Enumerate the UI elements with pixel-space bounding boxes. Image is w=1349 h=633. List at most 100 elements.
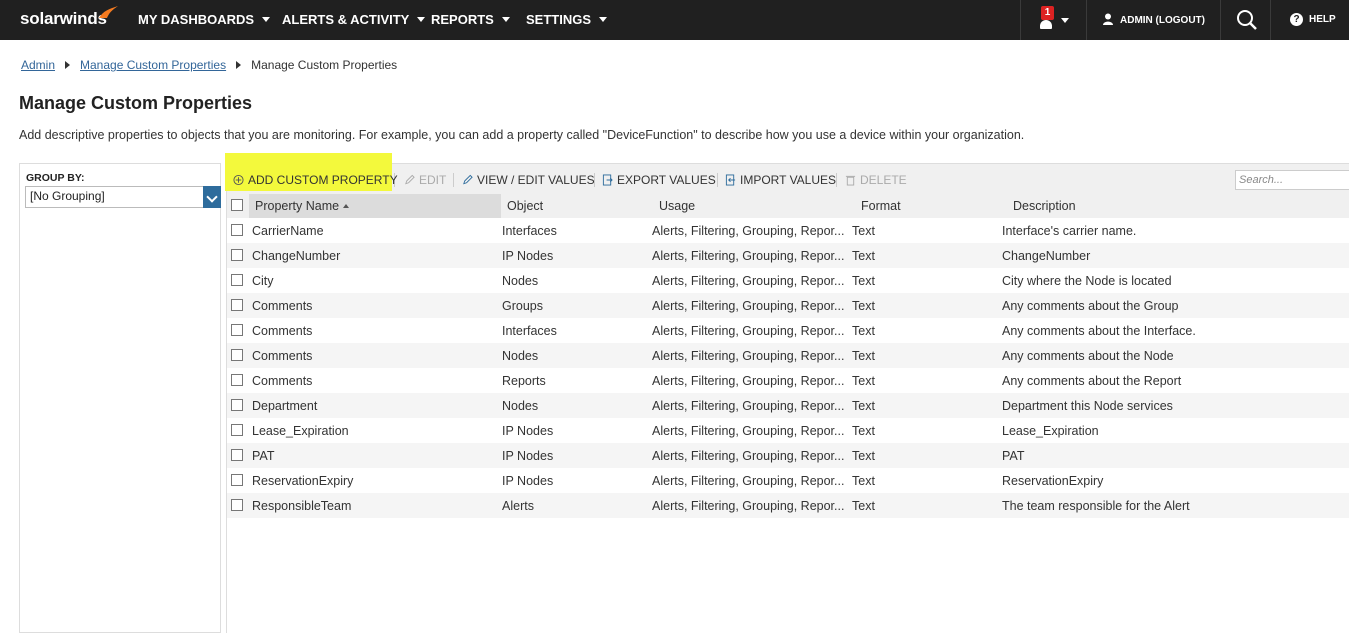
view-edit-values-button[interactable]: VIEW / EDIT VALUES: [462, 173, 595, 187]
table-row[interactable]: ChangeNumber IP Nodes Alerts, Filtering, G…: [227, 243, 1349, 268]
view-edit-label: VIEW / EDIT VALUES: [477, 173, 595, 187]
select-all-checkbox[interactable]: [231, 199, 243, 211]
table-row[interactable]: ResponsibleTeam Alerts Alerts, Filtering, …: [227, 493, 1349, 518]
row-checkbox[interactable]: [231, 424, 243, 436]
table-row[interactable]: Department Nodes Alerts, Filtering, Groupi…: [227, 393, 1349, 418]
cell-property-name: Comments: [252, 374, 313, 388]
nav-reports[interactable]: REPORTS: [431, 12, 510, 27]
cell-description: Department this Node services: [1002, 399, 1173, 413]
cell-property-name: CarrierName: [252, 224, 324, 238]
column-format[interactable]: Format: [861, 199, 901, 213]
cell-format: Text: [852, 349, 875, 363]
breadcrumb-current: Manage Custom Properties: [251, 58, 398, 72]
row-checkbox[interactable]: [231, 474, 243, 486]
table-row[interactable]: ReservationExpiry IP Nodes Alerts, Filteri…: [227, 468, 1349, 493]
cell-usage: Alerts, Filtering, Grouping, Repor...: [652, 499, 845, 513]
cell-description: Any comments about the Report: [1002, 374, 1182, 388]
add-custom-property-button[interactable]: ADD CUSTOM PROPERTY: [233, 173, 398, 187]
table-row[interactable]: PAT IP Nodes Alerts, Filtering, Grouping, …: [227, 443, 1349, 468]
row-checkbox[interactable]: [231, 399, 243, 411]
add-label: ADD CUSTOM PROPERTY: [248, 173, 398, 187]
table-row[interactable]: Comments Nodes Alerts, Filtering, Grouping…: [227, 343, 1349, 368]
cell-format: Text: [852, 224, 875, 238]
table-row[interactable]: CarrierName Interfaces Alerts, Filtering, …: [227, 218, 1349, 243]
pencil-icon: [405, 174, 415, 185]
table-row[interactable]: Comments Interfaces Alerts, Filtering, Gro…: [227, 318, 1349, 343]
row-checkbox[interactable]: [231, 299, 243, 311]
cell-object: Interfaces: [502, 324, 557, 338]
cell-description: Any comments about the Interface.: [1002, 324, 1196, 338]
cell-usage: Alerts, Filtering, Grouping, Repor...: [652, 474, 845, 488]
help-button[interactable]: ? HELP: [1290, 13, 1336, 26]
nav-divider: [1270, 0, 1271, 40]
column-description[interactable]: Description: [1013, 199, 1076, 213]
cell-format: Text: [852, 299, 875, 313]
help-icon: ?: [1290, 13, 1303, 26]
cell-usage: Alerts, Filtering, Grouping, Repor...: [652, 299, 845, 313]
export-values-button[interactable]: EXPORT VALUES: [602, 173, 716, 187]
cell-usage: Alerts, Filtering, Grouping, Repor...: [652, 249, 845, 263]
nav-label: ALERTS & ACTIVITY: [282, 12, 410, 27]
caret-down-icon: [1061, 18, 1069, 23]
grid-search-input[interactable]: Search...: [1235, 170, 1349, 190]
column-usage[interactable]: Usage: [659, 199, 695, 213]
nav-label: MY DASHBOARDS: [138, 12, 255, 27]
row-checkbox[interactable]: [231, 449, 243, 461]
cell-usage: Alerts, Filtering, Grouping, Repor...: [652, 274, 845, 288]
row-checkbox[interactable]: [231, 224, 243, 236]
cell-description: Any comments about the Group: [1002, 299, 1179, 313]
nav-my-dashboards[interactable]: MY DASHBOARDS: [138, 12, 271, 27]
cell-object: IP Nodes: [502, 449, 554, 463]
cell-object: Nodes: [502, 274, 539, 288]
group-by-select[interactable]: [No Grouping]: [25, 186, 221, 208]
breadcrumb-manage-custom-properties[interactable]: Manage Custom Properties: [80, 58, 226, 72]
notifications-button[interactable]: 1: [1036, 6, 1076, 36]
column-object[interactable]: Object: [507, 199, 543, 213]
row-checkbox[interactable]: [231, 249, 243, 261]
nav-settings[interactable]: SETTINGS: [526, 12, 608, 27]
user-icon: [1103, 13, 1113, 25]
cell-object: IP Nodes: [502, 249, 554, 263]
search-icon[interactable]: [1236, 9, 1258, 31]
grid-toolbar: ADD CUSTOM PROPERTY EDIT VIEW / EDIT VAL…: [225, 153, 1349, 194]
cell-description: City where the Node is located: [1002, 274, 1172, 288]
cell-format: Text: [852, 324, 875, 338]
row-checkbox[interactable]: [231, 324, 243, 336]
cell-usage: Alerts, Filtering, Grouping, Repor...: [652, 324, 845, 338]
cell-format: Text: [852, 249, 875, 263]
user-logout-button[interactable]: ADMIN (LOGOUT): [1102, 13, 1205, 26]
table-row[interactable]: Lease_Expiration IP Nodes Alerts, Filterin…: [227, 418, 1349, 443]
table-row[interactable]: Comments Groups Alerts, Filtering, Groupin…: [227, 293, 1349, 318]
grid-rows: CarrierName Interfaces Alerts, Filtering, …: [227, 218, 1349, 518]
table-row[interactable]: Comments Reports Alerts, Filtering, Groupi…: [227, 368, 1349, 393]
row-checkbox[interactable]: [231, 499, 243, 511]
cell-property-name: Comments: [252, 324, 313, 338]
caret-down-icon: [417, 17, 426, 22]
alert-count-badge: 1: [1041, 6, 1054, 20]
column-property-name[interactable]: Property Name: [255, 199, 350, 213]
logo-text: solarwinds: [20, 9, 107, 28]
row-checkbox[interactable]: [231, 349, 243, 361]
cell-usage: Alerts, Filtering, Grouping, Repor...: [652, 399, 845, 413]
row-checkbox[interactable]: [231, 274, 243, 286]
solarwinds-logo[interactable]: solarwinds: [20, 6, 118, 29]
breadcrumb: Admin Manage Custom Properties Manage Cust…: [21, 58, 397, 72]
import-values-button[interactable]: IMPORT VALUES: [725, 173, 836, 187]
row-checkbox[interactable]: [231, 374, 243, 386]
export-label: EXPORT VALUES: [617, 173, 716, 187]
help-label: HELP: [1309, 14, 1336, 25]
chevron-down-icon[interactable]: [203, 186, 221, 208]
cell-object: Interfaces: [502, 224, 557, 238]
nav-alerts-activity[interactable]: ALERTS & ACTIVITY: [282, 12, 426, 27]
arrow-right-icon: [236, 61, 242, 69]
table-row[interactable]: City Nodes Alerts, Filtering, Grouping, Re…: [227, 268, 1349, 293]
delete-button[interactable]: DELETE: [845, 173, 907, 187]
edit-button[interactable]: EDIT: [404, 173, 446, 187]
breadcrumb-admin[interactable]: Admin: [21, 58, 55, 72]
user-label: ADMIN (LOGOUT): [1120, 15, 1205, 26]
nav-label: SETTINGS: [526, 12, 592, 27]
top-nav: solarwinds MY DASHBOARDS ALERTS & ACTIVI…: [0, 0, 1349, 40]
group-by-value: [No Grouping]: [30, 189, 105, 203]
caret-down-icon: [599, 17, 608, 22]
cell-object: Nodes: [502, 399, 539, 413]
